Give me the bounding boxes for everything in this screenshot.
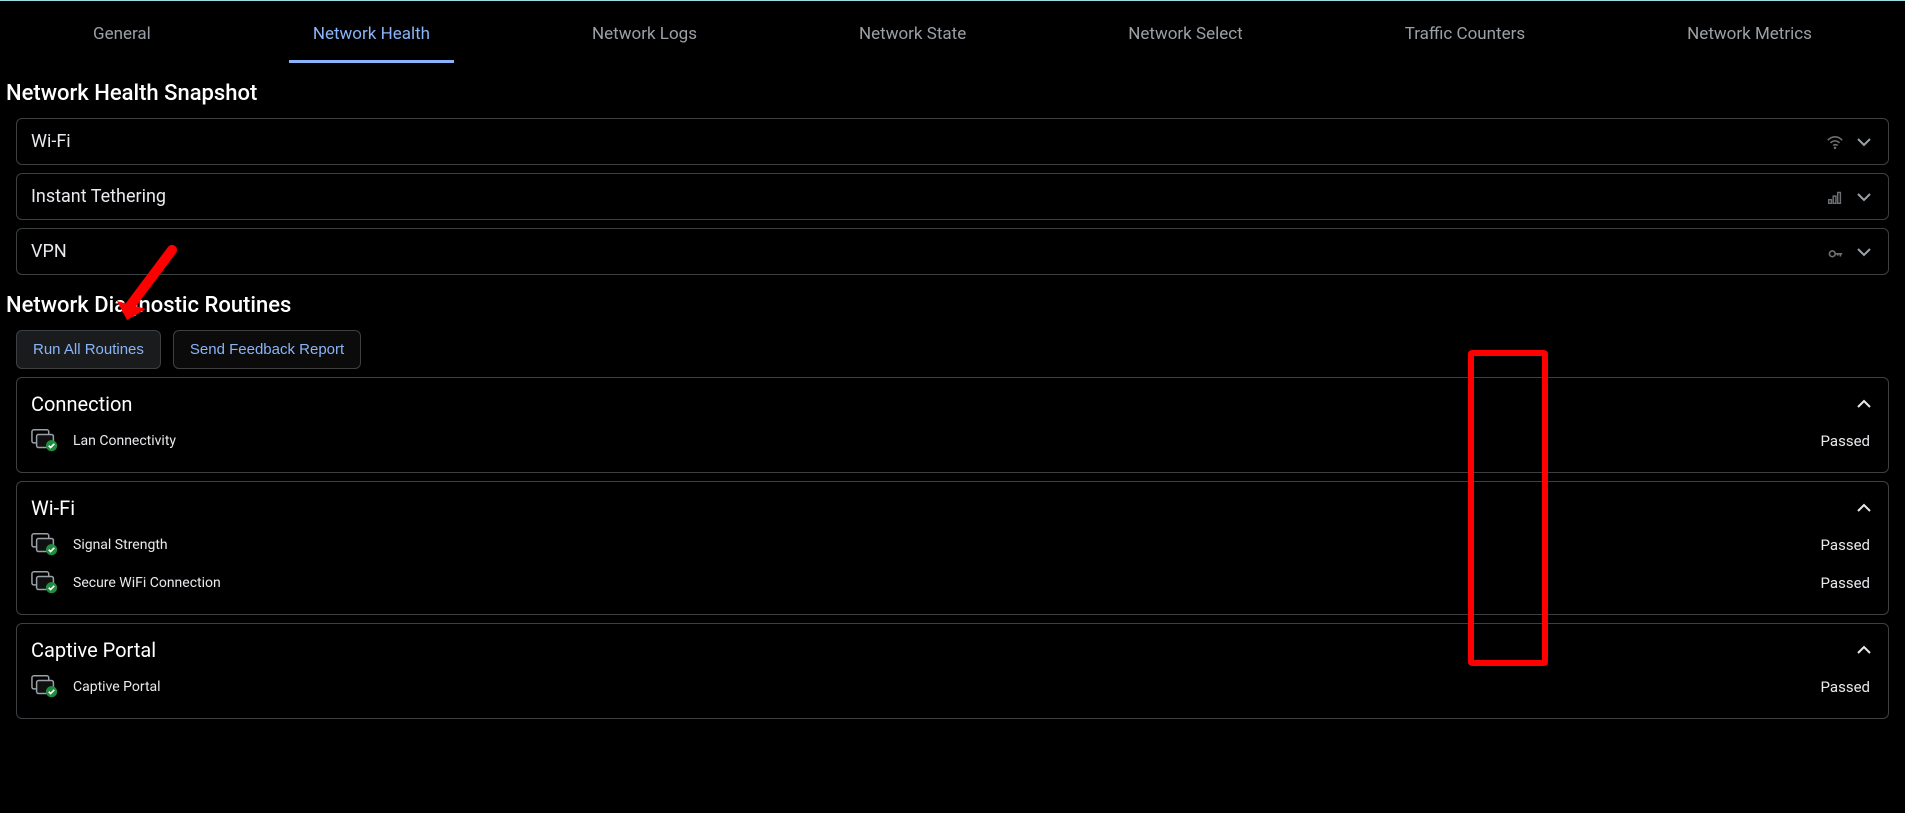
routine-group-title: Captive Portal bbox=[31, 638, 156, 662]
routine-group-wifi: Wi-Fi Signal Strength Passed Secure WiFi… bbox=[16, 481, 1889, 615]
tab-network-select[interactable]: Network Select bbox=[1104, 8, 1266, 63]
tab-network-metrics[interactable]: Network Metrics bbox=[1663, 8, 1836, 63]
key-icon bbox=[1826, 243, 1844, 261]
routines-heading: Network Diagnostic Routines bbox=[6, 293, 1899, 318]
routine-row: Secure WiFi Connection Passed bbox=[31, 564, 1874, 602]
chevron-down-icon bbox=[1854, 242, 1874, 262]
snapshot-panel-tethering[interactable]: Instant Tethering bbox=[16, 173, 1889, 220]
pass-badge-icon bbox=[31, 674, 59, 700]
chevron-up-icon bbox=[1854, 394, 1874, 414]
routine-group-title: Connection bbox=[31, 392, 132, 416]
send-feedback-button[interactable]: Send Feedback Report bbox=[173, 330, 361, 369]
tab-network-logs[interactable]: Network Logs bbox=[568, 8, 721, 63]
routine-name: Signal Strength bbox=[73, 537, 168, 553]
tab-traffic-counters[interactable]: Traffic Counters bbox=[1381, 8, 1549, 63]
routine-row: Captive Portal Passed bbox=[31, 668, 1874, 706]
routine-status: Passed bbox=[1821, 432, 1874, 450]
chevron-up-icon bbox=[1854, 498, 1874, 518]
run-all-routines-button[interactable]: Run All Routines bbox=[16, 330, 161, 369]
snapshot-panel-label: VPN bbox=[31, 241, 67, 262]
pass-badge-icon bbox=[31, 428, 59, 454]
tab-general[interactable]: General bbox=[69, 8, 175, 63]
tab-network-state[interactable]: Network State bbox=[835, 8, 990, 63]
chevron-down-icon bbox=[1854, 132, 1874, 152]
routine-name: Secure WiFi Connection bbox=[73, 575, 221, 591]
routine-group-header[interactable]: Wi-Fi bbox=[31, 492, 1874, 526]
routine-group-connection: Connection Lan Connectivity Passed bbox=[16, 377, 1889, 473]
routine-group-header[interactable]: Captive Portal bbox=[31, 634, 1874, 668]
pass-badge-icon bbox=[31, 532, 59, 558]
wifi-icon bbox=[1826, 133, 1844, 151]
routine-row: Lan Connectivity Passed bbox=[31, 422, 1874, 460]
routine-name: Lan Connectivity bbox=[73, 433, 176, 449]
chevron-up-icon bbox=[1854, 640, 1874, 660]
routines-button-row: Run All Routines Send Feedback Report bbox=[16, 330, 1889, 369]
routine-row: Signal Strength Passed bbox=[31, 526, 1874, 564]
signal-icon bbox=[1826, 188, 1844, 206]
routine-status: Passed bbox=[1821, 574, 1874, 592]
snapshot-panel-label: Instant Tethering bbox=[31, 186, 166, 207]
snapshot-panel-label: Wi-Fi bbox=[31, 131, 71, 152]
routine-group-header[interactable]: Connection bbox=[31, 388, 1874, 422]
snapshot-panel-wifi[interactable]: Wi-Fi bbox=[16, 118, 1889, 165]
routine-status: Passed bbox=[1821, 536, 1874, 554]
routine-group-title: Wi-Fi bbox=[31, 496, 75, 520]
routine-status: Passed bbox=[1821, 678, 1874, 696]
pass-badge-icon bbox=[31, 570, 59, 596]
snapshot-heading: Network Health Snapshot bbox=[6, 81, 1899, 106]
chevron-down-icon bbox=[1854, 187, 1874, 207]
tab-bar: General Network Health Network Logs Netw… bbox=[12, 8, 1893, 63]
routine-name: Captive Portal bbox=[73, 679, 161, 695]
tab-network-health[interactable]: Network Health bbox=[289, 8, 454, 63]
routine-group-captive-portal: Captive Portal Captive Portal Passed bbox=[16, 623, 1889, 719]
snapshot-panel-vpn[interactable]: VPN bbox=[16, 228, 1889, 275]
